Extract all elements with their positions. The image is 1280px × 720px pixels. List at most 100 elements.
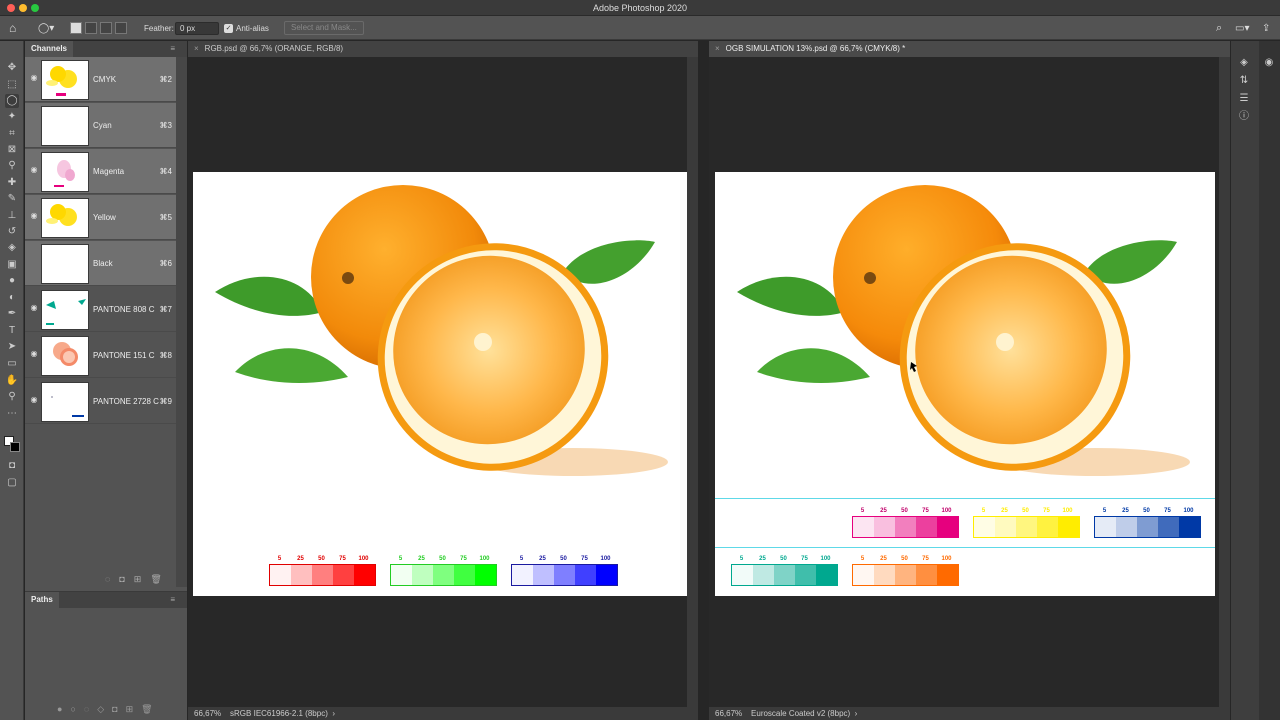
zoom-tool-icon[interactable]: ⚲: [5, 390, 19, 404]
visibility-eye-icon[interactable]: ◉: [29, 211, 39, 221]
document-window-rgb[interactable]: 5 25 50 75 100 5 25 50 75 100 5 25 50 75 100: [188, 57, 698, 707]
type-tool-icon[interactable]: T: [5, 324, 19, 338]
channel-row-black[interactable]: Black ⌘6: [25, 241, 176, 286]
home-icon[interactable]: ⌂: [9, 16, 16, 40]
document-tab-cmyk[interactable]: × OGB SIMULATION 13%.psd @ 66,7% (CMYK/8)…: [709, 41, 1230, 57]
channels-panel: Channels ≡ ◉ CMYK ⌘2 Cyan ⌘3 ◉ Magenta ⌘4: [25, 41, 187, 720]
adjustments-icon[interactable]: ⇅: [1237, 74, 1251, 88]
save-selection-icon[interactable]: ◘: [119, 574, 133, 584]
new-channel-icon[interactable]: ⊞: [134, 574, 151, 584]
visibility-eye-icon[interactable]: ◉: [29, 395, 39, 405]
paths-tab[interactable]: Paths ≡: [25, 592, 187, 608]
channel-row-pantone-151c[interactable]: ◉ PANTONE 151 C ⌘8: [25, 333, 176, 378]
channels-tab[interactable]: Channels ≡: [25, 41, 187, 57]
make-work-path-icon[interactable]: ◇: [97, 704, 112, 714]
close-tab-icon[interactable]: ×: [715, 44, 720, 53]
status-bar-rgb: 66,67% sRGB IEC61966-2.1 (8bpc) ›: [188, 707, 698, 720]
brush-tool-icon[interactable]: ✎: [5, 192, 19, 206]
canvas-cmyk[interactable]: 5 25 50 75 100 5 25 50 75 100 5 25 50 75 100 5 25 50 75…: [715, 172, 1215, 596]
add-mask-icon[interactable]: ◘: [112, 704, 125, 714]
intersect-selection-icon[interactable]: [115, 22, 127, 34]
channel-row-magenta[interactable]: ◉ Magenta ⌘4: [25, 149, 176, 194]
zoom-level[interactable]: 66,67%: [194, 709, 221, 718]
add-selection-icon[interactable]: [85, 22, 97, 34]
selection-mode-group: [70, 16, 130, 40]
visibility-eye-icon[interactable]: [29, 119, 39, 129]
swatch-percent-labels: 5 25 50 75 100: [1102, 508, 1194, 514]
channel-thumbnail: [41, 60, 89, 100]
document-window-cmyk[interactable]: 5 25 50 75 100 5 25 50 75 100 5 25 50 75 100 5 25 50 75…: [709, 57, 1230, 707]
share-icon[interactable]: ⇪: [1262, 16, 1270, 40]
document-scrollbar[interactable]: [687, 57, 698, 707]
channel-row-pantone-808c[interactable]: ◉ PANTONE 808 C ⌘7: [25, 287, 176, 332]
anti-alias-checkbox[interactable]: ✓ Anti-alias: [224, 16, 269, 40]
channel-shortcut: ⌘5: [159, 213, 172, 222]
pen-tool-icon[interactable]: ✒: [5, 307, 19, 321]
channel-row-cmyk[interactable]: ◉ CMYK ⌘2: [25, 57, 176, 102]
visibility-eye-icon[interactable]: ◉: [29, 349, 39, 359]
orange-artwork: [737, 185, 1190, 476]
visibility-eye-icon[interactable]: ◉: [29, 303, 39, 313]
panel-menu-icon[interactable]: ≡: [164, 592, 181, 608]
properties-icon[interactable]: ☰: [1237, 92, 1251, 106]
background-color-swatch[interactable]: [10, 442, 20, 452]
load-selection-icon[interactable]: ◌: [105, 574, 119, 584]
gradient-tool-icon[interactable]: ▣: [5, 258, 19, 272]
delete-channel-icon[interactable]: 🗑: [150, 574, 170, 584]
channels-scrollbar[interactable]: [176, 57, 187, 587]
lasso-tool-preset-icon[interactable]: ◯▾: [38, 16, 54, 40]
visibility-eye-icon[interactable]: [29, 257, 39, 267]
minimize-window-button[interactable]: [19, 4, 27, 12]
blur-tool-icon[interactable]: ●: [5, 274, 19, 288]
document-scrollbar[interactable]: [1219, 57, 1230, 707]
swatch-bars: [511, 564, 618, 586]
frame-tool-icon[interactable]: ⊠: [5, 143, 19, 157]
clone-stamp-tool-icon[interactable]: ⊥: [5, 209, 19, 223]
search-icon[interactable]: ⌕: [1216, 16, 1222, 40]
close-tab-icon[interactable]: ×: [194, 44, 199, 53]
channel-row-pantone-2728c[interactable]: ◉ PANTONE 2728 C ⌘9: [25, 379, 176, 424]
feather-input[interactable]: 0 px: [175, 21, 219, 35]
zoom-window-button[interactable]: [31, 4, 39, 12]
channel-thumbnail: [41, 198, 89, 238]
close-window-button[interactable]: [7, 4, 15, 12]
marquee-tool-icon[interactable]: ⬚: [5, 78, 19, 92]
quick-mask-icon[interactable]: ◘: [5, 459, 19, 473]
path-selection-tool-icon[interactable]: ➤: [5, 340, 19, 354]
stroke-path-icon[interactable]: ○: [70, 704, 83, 714]
channel-row-cyan[interactable]: Cyan ⌘3: [25, 103, 176, 148]
magic-wand-tool-icon[interactable]: ✦: [5, 110, 19, 124]
document-tab-rgb[interactable]: × RGB.psd @ 66,7% (ORANGE, RGB/8): [188, 41, 698, 57]
rectangle-tool-icon[interactable]: ▭: [5, 357, 19, 371]
status-arrow-icon[interactable]: ›: [855, 709, 858, 718]
zoom-level[interactable]: 66,67%: [715, 709, 742, 718]
more-tools-icon[interactable]: ⋯: [5, 407, 19, 421]
new-path-icon[interactable]: ⊞: [126, 704, 142, 714]
move-tool-icon[interactable]: ✥: [5, 61, 19, 75]
canvas-rgb[interactable]: 5 25 50 75 100 5 25 50 75 100 5 25 50 75 100: [193, 172, 693, 596]
hand-tool-icon[interactable]: ✋: [5, 374, 19, 388]
new-selection-icon[interactable]: [70, 22, 82, 34]
fill-path-icon[interactable]: ●: [57, 704, 70, 714]
visibility-icon[interactable]: ◉: [1262, 56, 1276, 70]
subtract-selection-icon[interactable]: [100, 22, 112, 34]
status-arrow-icon[interactable]: ›: [332, 709, 335, 718]
select-and-mask-button[interactable]: Select and Mask...: [284, 21, 364, 35]
channel-row-yellow[interactable]: ◉ Yellow ⌘5: [25, 195, 176, 240]
workspace-icon[interactable]: ▭▾: [1235, 16, 1249, 40]
eraser-tool-icon[interactable]: ◈: [5, 241, 19, 255]
lasso-tool-icon[interactable]: ◯: [5, 94, 19, 108]
visibility-eye-icon[interactable]: ◉: [29, 73, 39, 83]
delete-path-icon[interactable]: 🗑: [141, 704, 160, 714]
info-icon[interactable]: ⓘ: [1237, 110, 1251, 124]
healing-brush-tool-icon[interactable]: ✚: [5, 176, 19, 190]
history-brush-tool-icon[interactable]: ↺: [5, 225, 19, 239]
crop-tool-icon[interactable]: ⌗: [5, 127, 19, 141]
dodge-tool-icon[interactable]: ◐: [5, 291, 19, 305]
load-path-icon[interactable]: ◌: [84, 704, 97, 714]
screen-mode-icon[interactable]: ▢: [5, 476, 19, 490]
visibility-eye-icon[interactable]: ◉: [29, 165, 39, 175]
eyedropper-tool-icon[interactable]: ⚲: [5, 159, 19, 173]
panel-menu-icon[interactable]: ≡: [164, 41, 181, 57]
layers-icon[interactable]: ◈: [1237, 56, 1251, 70]
